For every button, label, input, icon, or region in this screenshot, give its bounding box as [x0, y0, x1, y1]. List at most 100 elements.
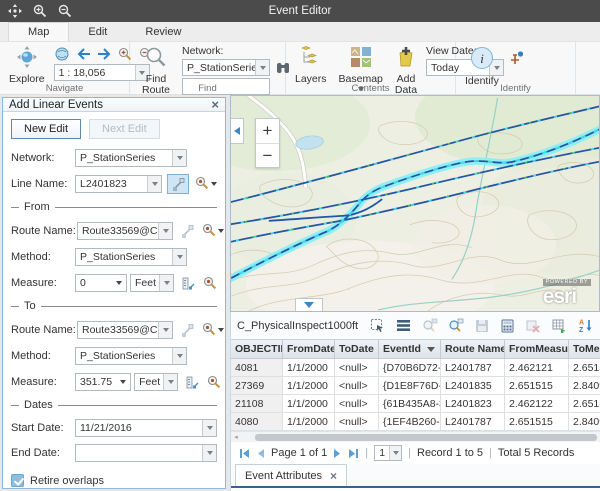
line-name-dropdown-button[interactable] — [147, 176, 161, 192]
from-pick-measure-button[interactable] — [179, 273, 197, 293]
from-route-zoom-icon[interactable] — [202, 223, 216, 240]
collapse-table-button[interactable] — [295, 298, 323, 311]
full-extent-icon[interactable] — [54, 46, 71, 63]
zoom-in-icon[interactable] — [31, 3, 48, 20]
to-measure-caret-button[interactable] — [116, 374, 130, 390]
next-extent-icon[interactable] — [96, 46, 113, 63]
table-horizontal-scrollbar[interactable]: ◂ — [231, 431, 600, 442]
to-route-zoom-icon[interactable] — [202, 322, 216, 339]
identify-route-location-icon[interactable] — [508, 49, 525, 66]
line-name-select[interactable]: L2401823 — [75, 175, 162, 193]
tab-review[interactable]: Review — [126, 23, 200, 41]
collapse-panel-button[interactable] — [231, 118, 244, 144]
from-route-zoom-caret-icon[interactable] — [218, 229, 224, 233]
bottom-tab-bar: Event Attributes × — [231, 464, 600, 491]
pan-icon[interactable] — [6, 3, 23, 20]
next-edit-button[interactable]: Next Edit — [89, 119, 160, 139]
to-measure-unit-select[interactable]: Feet — [134, 373, 178, 391]
tab-close-icon[interactable]: × — [330, 469, 337, 483]
explore-button[interactable]: Explore — [6, 45, 48, 86]
start-date-label: Start Date: — [11, 422, 75, 434]
table-row[interactable]: 40801/1/2000<null>{1EF4B260-FL24017872.6… — [231, 413, 600, 431]
to-route-zoom-caret-icon[interactable] — [218, 328, 224, 332]
identify-button[interactable]: i Identify — [462, 45, 502, 88]
new-edit-button[interactable]: New Edit — [11, 119, 81, 139]
col-frommeasure[interactable]: FromMeasure — [505, 340, 569, 358]
line-zoom-icon[interactable] — [195, 176, 209, 193]
map-zoom-out-button[interactable]: − — [256, 143, 279, 167]
to-measure-zoom-icon[interactable] — [207, 375, 221, 389]
table-row[interactable]: 273691/1/2000<null>{D1E8F76D-FL24018352.… — [231, 377, 600, 395]
network-row: Network: P_StationSeries — [11, 149, 217, 167]
retire-overlaps-option[interactable]: Retire overlaps — [11, 474, 217, 487]
col-eventid[interactable]: EventId — [379, 340, 441, 358]
retire-overlaps-checkbox[interactable] — [11, 474, 24, 487]
col-objectid[interactable]: OBJECTID — [231, 340, 283, 358]
network-ribbon-value: P_StationSeries — [183, 62, 255, 74]
last-page-button[interactable] — [348, 448, 359, 459]
previous-page-button[interactable] — [256, 448, 265, 459]
from-route-dropdown-button[interactable] — [158, 223, 172, 239]
append-events-icon[interactable] — [551, 317, 568, 334]
select-features-icon[interactable] — [369, 317, 386, 334]
previous-extent-icon[interactable] — [75, 46, 92, 63]
line-zoom-caret-icon[interactable] — [211, 182, 217, 186]
from-method-dropdown-button[interactable] — [172, 249, 186, 265]
map-zoom-in-button[interactable]: + — [256, 119, 279, 143]
to-route-dropdown-button[interactable] — [158, 322, 172, 338]
from-unit-dropdown-button[interactable] — [159, 275, 173, 291]
end-date-select[interactable] — [75, 444, 217, 462]
network-ribbon-dropdown-button[interactable] — [255, 60, 269, 75]
col-todate[interactable]: ToDate — [335, 340, 379, 358]
col-fromdate[interactable]: FromDate — [283, 340, 335, 358]
page-number-select[interactable]: 1 — [374, 445, 402, 461]
map-view[interactable]: + − POWERED BY esri — [230, 95, 600, 312]
to-method-dropdown-button[interactable] — [172, 348, 186, 364]
tab-event-attributes[interactable]: Event Attributes × — [235, 464, 347, 486]
to-measure-combo[interactable]: 351.75 — [75, 373, 131, 391]
scroll-left-arrow-icon[interactable]: ◂ — [231, 433, 241, 441]
to-select-route-on-map-button[interactable] — [178, 320, 196, 340]
zoom-out-icon[interactable] — [56, 3, 73, 20]
sort-icon[interactable]: AZ — [577, 317, 594, 334]
start-date-select[interactable]: 11/21/2016 — [75, 419, 217, 437]
from-measure-combo[interactable]: 0 — [75, 274, 127, 292]
to-route-select[interactable]: Route33569@Cent — [77, 321, 173, 339]
col-routename[interactable]: Route Name — [441, 340, 505, 358]
network-dropdown-button[interactable] — [172, 150, 186, 166]
to-method-select[interactable]: P_StationSeries — [75, 347, 187, 365]
page-number-dropdown-button[interactable] — [389, 446, 401, 460]
first-page-button[interactable] — [239, 448, 250, 459]
table-toolbar: C_PhysicalInspect1000ft — [231, 312, 600, 339]
show-selected-records-icon[interactable] — [395, 317, 412, 334]
layers-button[interactable]: Layers — [292, 45, 330, 86]
start-date-dropdown-button[interactable] — [202, 420, 216, 436]
from-method-label: Method: — [11, 251, 75, 263]
from-measure-caret-button[interactable] — [112, 275, 126, 291]
col-tomeasure[interactable]: ToMea — [569, 340, 600, 358]
tab-edit[interactable]: Edit — [69, 23, 126, 41]
end-date-dropdown-button[interactable] — [202, 445, 216, 461]
from-route-select[interactable]: Route33569@Cent — [77, 222, 173, 240]
select-line-on-map-button[interactable] — [167, 174, 189, 194]
network-select[interactable]: P_StationSeries — [75, 149, 187, 167]
from-measure-unit-select[interactable]: Feet — [130, 274, 174, 292]
table-row[interactable]: 40811/1/2000<null>{D70B6D72-3L24017872.4… — [231, 359, 600, 377]
to-pick-measure-button[interactable] — [183, 372, 201, 392]
from-select-route-on-map-button[interactable] — [178, 221, 196, 241]
table-row[interactable]: 211081/1/2000<null>{61B435A8-3L24018232.… — [231, 395, 600, 413]
next-page-button[interactable] — [333, 448, 342, 459]
save-edits-disabled-icon[interactable] — [473, 317, 490, 334]
panel-close-icon[interactable]: × — [211, 98, 219, 111]
field-calculator-icon[interactable] — [499, 317, 516, 334]
from-measure-zoom-icon[interactable] — [203, 276, 217, 290]
scrollbar-thumb[interactable] — [255, 434, 597, 441]
delete-selected-disabled-icon[interactable] — [525, 317, 542, 334]
to-unit-dropdown-button[interactable] — [163, 374, 177, 390]
from-method-select[interactable]: P_StationSeries — [75, 248, 187, 266]
network-ribbon-select[interactable]: P_StationSeries — [182, 59, 270, 76]
from-route-row: Route Name: Route33569@Cent — [11, 221, 217, 241]
zoom-to-selected-disabled-icon[interactable] — [421, 317, 438, 334]
tab-map[interactable]: Map — [8, 22, 69, 41]
pan-to-selected-icon[interactable] — [447, 317, 464, 334]
